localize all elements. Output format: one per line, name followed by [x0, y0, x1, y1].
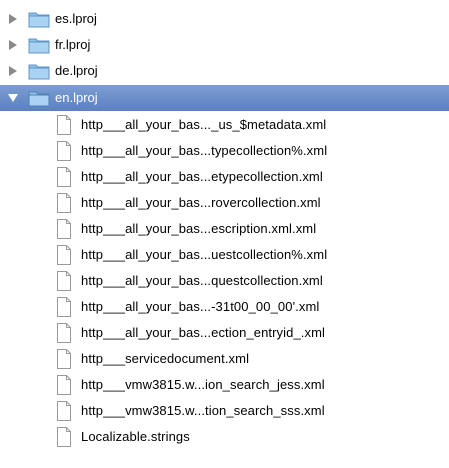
file-label: http___all_your_bas...ection_entryid_.xm…: [81, 325, 326, 340]
document-icon: [56, 193, 72, 213]
file-label: http___all_your_bas...etypecollection.xm…: [81, 169, 323, 184]
document-icon: [56, 375, 72, 395]
file-row[interactable]: http___vmw3815.w...tion_search_sss.xml: [0, 398, 449, 424]
folder-label: de.lproj: [55, 63, 98, 78]
folder-row-en-lproj[interactable]: en.lproj: [0, 85, 449, 111]
file-label: http___vmw3815.w...tion_search_sss.xml: [81, 403, 325, 418]
folder-row-fr-lproj[interactable]: fr.lproj: [0, 32, 449, 58]
folder-icon: [28, 89, 50, 107]
folder-label: en.lproj: [55, 90, 98, 105]
file-label: http___vmw3815.w...ion_search_jess.xml: [81, 377, 325, 392]
document-icon: [56, 167, 72, 187]
file-label: http___all_your_bas...-31t00_00_00'.xml: [81, 299, 320, 314]
document-icon: [56, 427, 72, 447]
disclosure-triangle-down-icon[interactable]: [8, 93, 18, 103]
folder-icon: [28, 10, 50, 28]
document-icon: [56, 141, 72, 161]
file-row[interactable]: http___all_your_bas..._us_$metadata.xml: [0, 112, 449, 138]
file-row[interactable]: http___all_your_bas...ection_entryid_.xm…: [0, 320, 449, 346]
file-row[interactable]: http___all_your_bas...questcollection.xm…: [0, 268, 449, 294]
file-label: http___all_your_bas..._us_$metadata.xml: [81, 117, 327, 132]
folder-icon: [28, 36, 50, 54]
file-row[interactable]: http___all_your_bas...escription.xml.xml: [0, 216, 449, 242]
file-label: http___all_your_bas...escription.xml.xml: [81, 221, 317, 236]
file-row[interactable]: http___all_your_bas...-31t00_00_00'.xml: [0, 294, 449, 320]
disclosure-triangle-right-icon[interactable]: [8, 40, 18, 50]
document-icon: [56, 245, 72, 265]
folder-row-de-lproj[interactable]: de.lproj: [0, 58, 449, 84]
disclosure-triangle-right-icon[interactable]: [8, 66, 18, 76]
file-row[interactable]: http___all_your_bas...uestcollection%.xm…: [0, 242, 449, 268]
file-label: http___all_your_bas...questcollection.xm…: [81, 273, 323, 288]
folder-icon: [28, 62, 50, 80]
folder-row-es-lproj[interactable]: es.lproj: [0, 6, 449, 32]
folder-label: fr.lproj: [55, 37, 91, 52]
file-row[interactable]: http___all_your_bas...etypecollection.xm…: [0, 164, 449, 190]
file-row[interactable]: Localizable.strings: [0, 424, 449, 450]
file-label: http___all_your_bas...rovercollection.xm…: [81, 195, 321, 210]
file-label: Localizable.strings: [81, 429, 190, 444]
file-row[interactable]: http___all_your_bas...typecollection%.xm…: [0, 138, 449, 164]
document-icon: [56, 297, 72, 317]
file-label: http___servicedocument.xml: [81, 351, 250, 366]
file-label: http___all_your_bas...typecollection%.xm…: [81, 143, 328, 158]
disclosure-triangle-right-icon[interactable]: [8, 14, 18, 24]
document-icon: [56, 271, 72, 291]
file-row[interactable]: http___vmw3815.w...ion_search_jess.xml: [0, 372, 449, 398]
document-icon: [56, 349, 72, 369]
file-tree: es.lproj fr.lproj de.lproj en.lproj http…: [0, 0, 449, 468]
file-row[interactable]: http___all_your_bas...rovercollection.xm…: [0, 190, 449, 216]
document-icon: [56, 115, 72, 135]
file-label: http___all_your_bas...uestcollection%.xm…: [81, 247, 328, 262]
file-row[interactable]: http___servicedocument.xml: [0, 346, 449, 372]
document-icon: [56, 401, 72, 421]
document-icon: [56, 323, 72, 343]
document-icon: [56, 219, 72, 239]
folder-label: es.lproj: [55, 11, 97, 26]
